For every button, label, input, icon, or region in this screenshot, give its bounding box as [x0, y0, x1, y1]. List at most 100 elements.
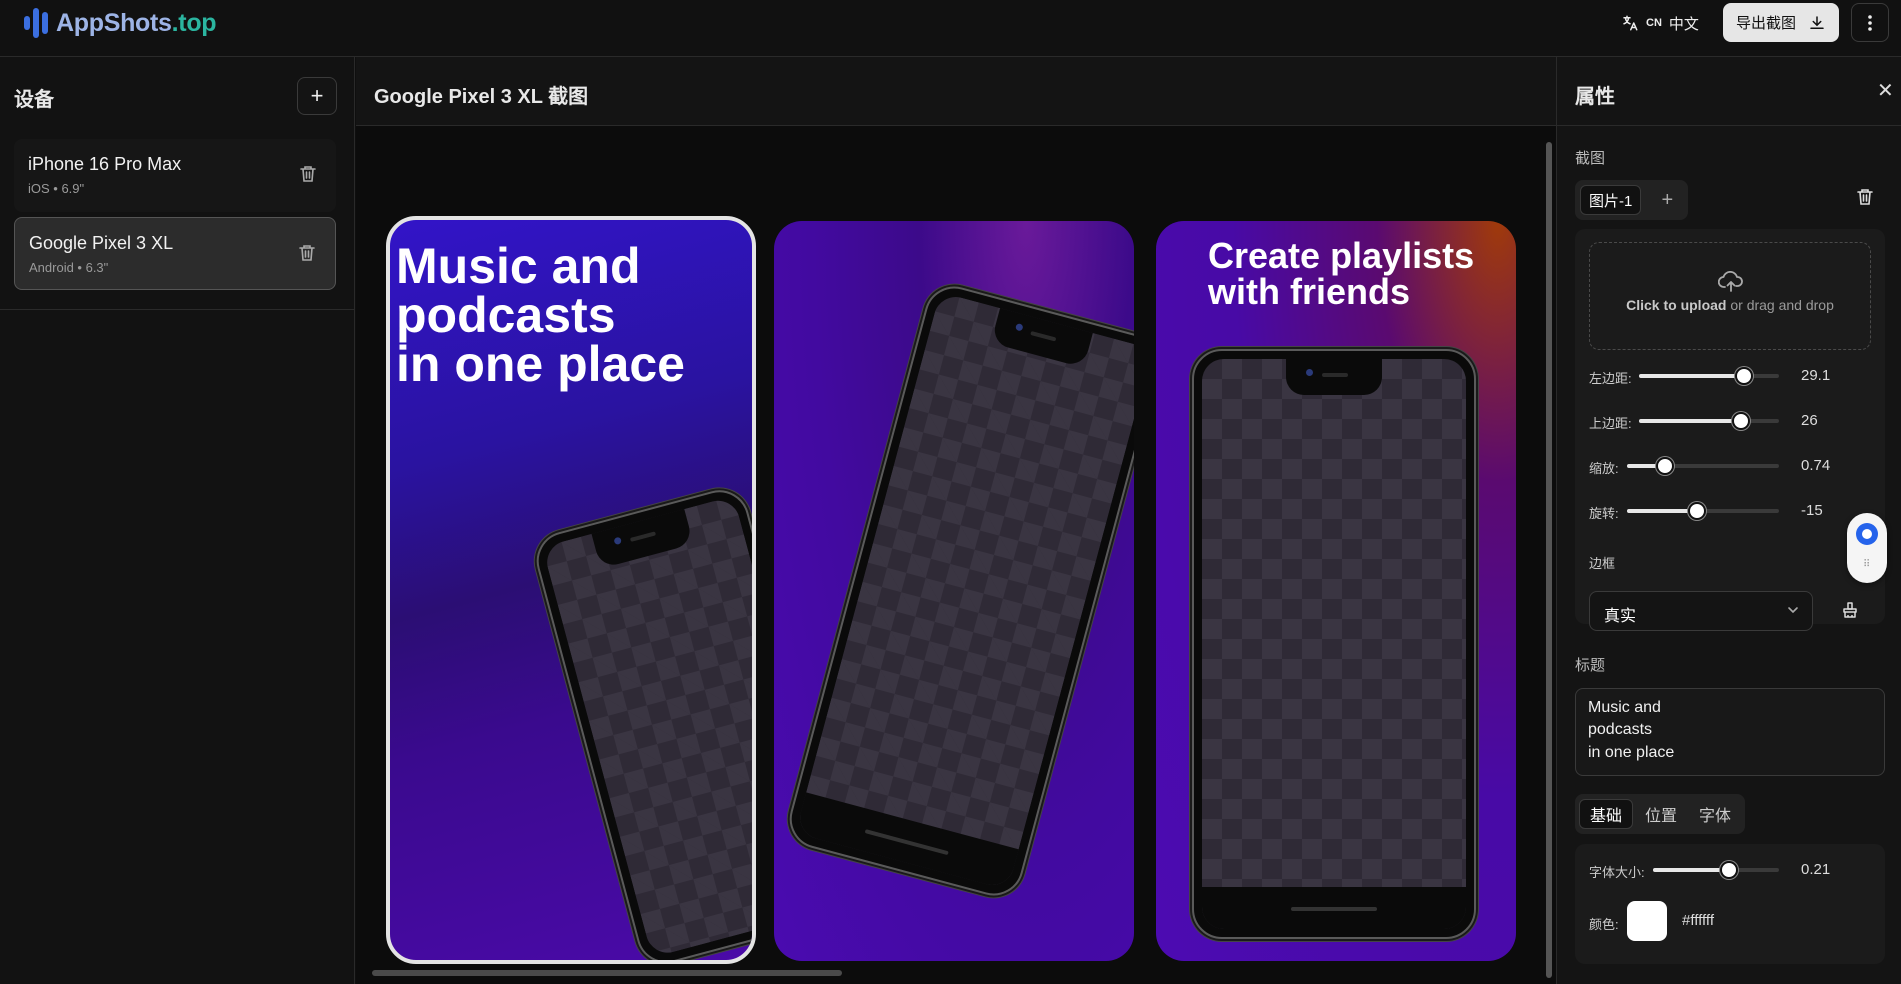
upload-hint-rest: or drag and drop	[1726, 297, 1834, 313]
title-settings-card: 字体大小: 0.21 颜色: #ffffff	[1575, 844, 1885, 964]
tab-image-1[interactable]: 图片-1	[1580, 185, 1642, 215]
panel-title: 属性	[1575, 86, 1615, 108]
language-label: 中文	[1668, 15, 1699, 33]
panel-divider	[1557, 125, 1901, 126]
vertical-scrollbar[interactable]	[1546, 142, 1552, 978]
screenshot-placeholder	[795, 292, 1134, 890]
device-frame[interactable]	[1192, 349, 1476, 939]
top-margin-slider[interactable]: 上边距: 26	[1589, 409, 1879, 433]
device-item-iphone-16-pro-max[interactable]: iPhone 16 Pro Max iOS • 6.9"	[14, 139, 336, 212]
device-sidebar: 设备 + iPhone 16 Pro Max iOS • 6.9" Google…	[0, 57, 355, 984]
rotation-slider[interactable]: 旋转: -15	[1589, 499, 1879, 523]
sidebar-divider	[0, 309, 355, 310]
title-section-label: 标题	[1575, 657, 1606, 674]
properties-panel: 属性 ✕ 截图 图片-1 + Click to upload or drag a…	[1556, 57, 1901, 984]
logo-tld: .top	[171, 8, 217, 37]
slider-value: 29.1	[1801, 367, 1831, 384]
logo-brand: AppShots	[56, 8, 172, 37]
more-vertical-icon	[1868, 14, 1872, 31]
tab-position[interactable]: 位置	[1635, 799, 1687, 829]
title-textarea[interactable]: Music and podcasts in one place	[1575, 688, 1885, 776]
screenshot-settings-card: Click to upload or drag and drop 左边距: 29…	[1575, 229, 1887, 631]
slider-value: -15	[1801, 502, 1823, 519]
horizontal-scrollbar[interactable]	[372, 970, 842, 976]
plus-icon: +	[1661, 188, 1674, 211]
logo-icon	[24, 8, 48, 38]
slider-fill	[1653, 868, 1729, 872]
slider-thumb[interactable]	[1656, 457, 1674, 475]
logo[interactable]: AppShots.top	[24, 6, 217, 40]
add-image-button[interactable]: +	[1651, 185, 1683, 215]
screenshot-card-2[interactable]	[774, 221, 1134, 961]
close-icon[interactable]: ✕	[1877, 78, 1894, 103]
tab-basic[interactable]: 基础	[1579, 799, 1634, 829]
slider-value: 26	[1801, 412, 1818, 429]
upload-dropzone[interactable]: Click to upload or drag and drop	[1589, 242, 1871, 350]
color-label: 颜色:	[1589, 917, 1619, 932]
device-meta: iOS • 6.9"	[28, 181, 85, 196]
frame-label: 边框	[1589, 556, 1616, 571]
delete-device-icon[interactable]	[299, 244, 315, 262]
paint-brush-icon[interactable]	[1841, 601, 1859, 619]
screenshot-canvas[interactable]: Music and podcasts in one place Create p…	[356, 126, 1556, 984]
slider-value: 0.74	[1801, 457, 1831, 474]
device-name: iPhone 16 Pro Max	[28, 154, 182, 174]
screenshot-title[interactable]: Create playlists with friends	[1208, 238, 1474, 310]
upload-cloud-icon	[1718, 271, 1743, 292]
drag-handle-icon[interactable]: ⠿	[1863, 559, 1870, 570]
slider-label: 缩放:	[1589, 461, 1619, 476]
image-tabs: 图片-1 +	[1575, 180, 1689, 220]
logo-text: AppShots.top	[56, 8, 217, 38]
screenshot-section-label: 截图	[1575, 150, 1606, 167]
screenshot-placeholder	[1202, 359, 1466, 929]
screenshot-card-3[interactable]: Create playlists with friends	[1156, 221, 1516, 961]
device-frame[interactable]	[783, 279, 1134, 903]
frame-select[interactable]: 真实	[1589, 591, 1813, 631]
assistant-icon	[1856, 523, 1878, 545]
screenshot-title[interactable]: Music and podcasts in one place	[396, 241, 685, 389]
slider-label: 上边距:	[1589, 416, 1632, 431]
device-name: Google Pixel 3 XL	[29, 233, 174, 253]
device-frame[interactable]	[530, 483, 752, 960]
tab-font[interactable]: 字体	[1689, 799, 1741, 829]
device-item-google-pixel-3-xl[interactable]: Google Pixel 3 XL Android • 6.3"	[14, 217, 336, 290]
screenshot-card-1[interactable]: Music and podcasts in one place	[386, 216, 756, 964]
export-label: 导出截图	[1735, 15, 1796, 32]
slider-fill	[1627, 509, 1697, 513]
editor-header: Google Pixel 3 XL 截图	[356, 57, 1556, 126]
phone-chin	[1202, 887, 1466, 929]
export-screenshots-button[interactable]: 导出截图	[1723, 3, 1839, 42]
editor-title: Google Pixel 3 XL 截图	[374, 86, 589, 108]
title-tabs: 基础 位置 字体	[1575, 794, 1746, 834]
translate-icon	[1623, 15, 1638, 31]
slider-label: 旋转:	[1589, 506, 1619, 521]
slider-thumb[interactable]	[1719, 861, 1738, 879]
frame-select-value: 真实	[1604, 608, 1637, 625]
floating-assistant-widget[interactable]: ⠿	[1847, 513, 1887, 583]
device-meta: Android • 6.3"	[29, 260, 109, 275]
delete-device-icon[interactable]	[300, 165, 316, 183]
sidebar-title: 设备	[14, 89, 54, 111]
slider-thumb[interactable]	[1732, 412, 1751, 430]
plus-icon: +	[310, 83, 324, 108]
chevron-down-icon	[1788, 607, 1798, 614]
slider-thumb[interactable]	[1735, 367, 1753, 385]
slider-thumb[interactable]	[1687, 502, 1706, 520]
phone-notch	[1286, 359, 1382, 395]
delete-image-icon[interactable]	[1857, 188, 1873, 206]
language-switcher[interactable]: CN 中文	[1621, 10, 1699, 36]
color-value[interactable]: #ffffff	[1682, 912, 1714, 929]
slider-label: 字体大小:	[1589, 865, 1645, 880]
left-margin-slider[interactable]: 左边距: 29.1	[1589, 364, 1879, 388]
slider-fill	[1639, 374, 1744, 378]
upload-hint: Click to upload or drag and drop	[1590, 297, 1870, 313]
top-bar: AppShots.top CN 中文 导出截图	[0, 0, 1901, 57]
font-size-slider[interactable]: 字体大小: 0.21	[1589, 858, 1879, 882]
scale-slider[interactable]: 缩放: 0.74	[1589, 454, 1879, 478]
language-code: CN	[1646, 17, 1662, 29]
more-menu-button[interactable]	[1851, 3, 1889, 42]
add-device-button[interactable]: +	[297, 77, 337, 115]
screenshot-placeholder	[542, 495, 752, 958]
download-icon	[1810, 15, 1824, 29]
color-swatch[interactable]	[1627, 901, 1667, 941]
